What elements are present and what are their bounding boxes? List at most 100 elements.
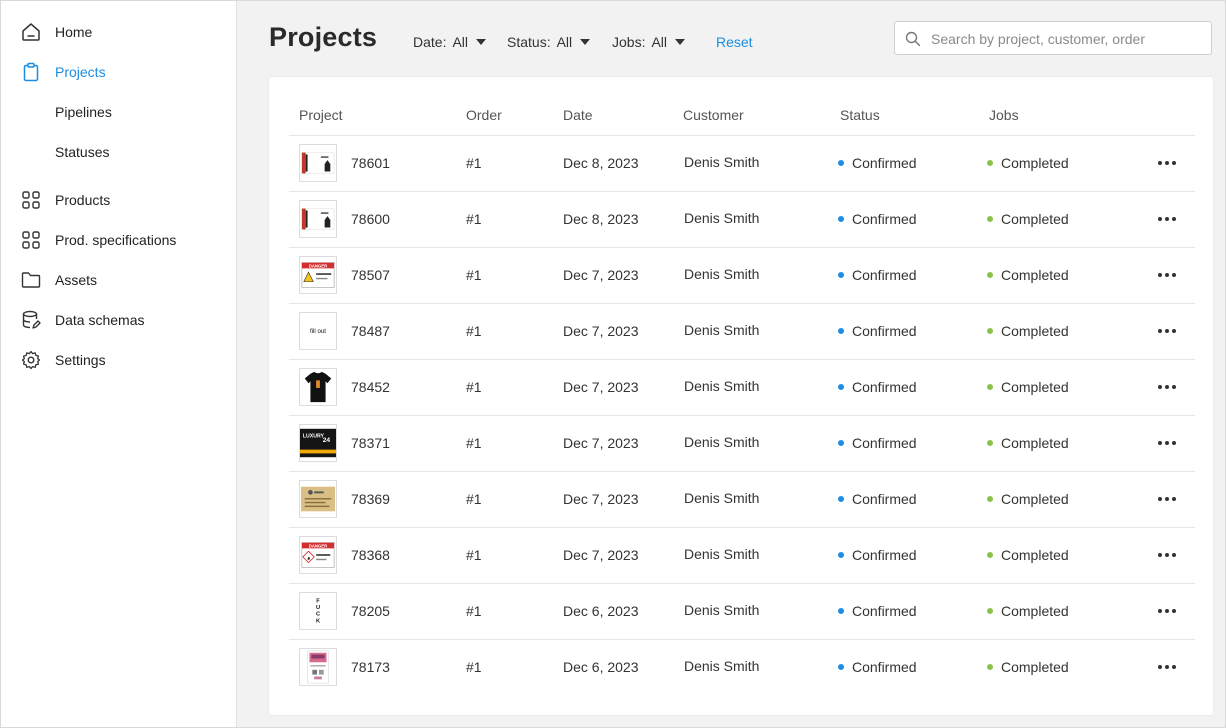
more-actions-button[interactable] xyxy=(1155,323,1179,339)
jobs-dot-icon xyxy=(987,328,993,334)
search-input[interactable] xyxy=(929,26,1203,52)
project-id[interactable]: 78205 xyxy=(351,603,390,619)
more-actions-button[interactable] xyxy=(1155,547,1179,563)
project-id[interactable]: 78600 xyxy=(351,211,390,227)
table-row[interactable]: fill out 78487 #1 Dec 7, 2023 Denis Smith Con… xyxy=(289,303,1195,360)
column-header-status[interactable]: Status xyxy=(840,107,880,123)
status-dot-icon xyxy=(838,160,844,166)
more-actions-button[interactable] xyxy=(1155,155,1179,171)
table-row[interactable]: LUXURY 24 78371 #1 Dec 7, 2023 Denis Smith Con… xyxy=(289,415,1195,472)
project-thumbnail[interactable] xyxy=(299,200,337,238)
project-thumbnail[interactable]: DANGER xyxy=(299,256,337,294)
status-dot-icon xyxy=(838,384,844,390)
table-row[interactable]: 78452 #1 Dec 7, 2023 Denis Smith Confirmed Co… xyxy=(289,359,1195,416)
more-actions-button[interactable] xyxy=(1155,267,1179,283)
project-id[interactable]: 78368 xyxy=(351,547,390,563)
status-badge: Confirmed xyxy=(852,435,917,451)
thumb-text: DANGER xyxy=(309,263,327,268)
sidebar-item-label: Assets xyxy=(55,272,98,288)
project-thumbnail[interactable]: FUCK xyxy=(299,592,337,630)
jobs-badge: Completed xyxy=(1001,491,1069,507)
sidebar-item-label: Projects xyxy=(55,64,106,80)
sidebar-item-pipelines[interactable]: Pipelines xyxy=(1,92,236,132)
table-row[interactable]: 78173 #1 Dec 6, 2023 Denis Smith Confirmed Co… xyxy=(289,639,1195,696)
table-row[interactable]: 78601 #1 Dec 8, 2023 Denis Smith Confirmed Co… xyxy=(289,135,1195,192)
jobs-dot-icon xyxy=(987,384,993,390)
status-dot-icon xyxy=(838,440,844,446)
thumb-text: DANGER xyxy=(309,543,327,548)
column-header-order[interactable]: Order xyxy=(466,107,502,123)
table-row[interactable]: 78600 #1 Dec 8, 2023 Denis Smith Confirmed Co… xyxy=(289,191,1195,248)
sidebar-item-label: Home xyxy=(55,24,93,40)
filter-label: Status: xyxy=(507,34,551,50)
project-thumbnail[interactable]: LUXURY 24 xyxy=(299,424,337,462)
sidebar-item-home[interactable]: Home xyxy=(1,12,236,52)
project-date: Dec 7, 2023 xyxy=(563,547,639,563)
sidebar-item-settings[interactable]: Settings xyxy=(1,340,236,380)
jobs-badge: Completed xyxy=(1001,547,1069,563)
jobs-dot-icon xyxy=(987,552,993,558)
more-actions-button[interactable] xyxy=(1155,491,1179,507)
filter-date[interactable]: Date: All xyxy=(413,34,487,50)
project-id[interactable]: 78173 xyxy=(351,659,390,675)
column-header-jobs[interactable]: Jobs xyxy=(989,107,1019,123)
svg-text:24: 24 xyxy=(323,437,331,444)
customer-name: Denis Smith xyxy=(684,266,760,282)
project-thumbnail[interactable] xyxy=(299,648,337,686)
svg-text:C: C xyxy=(316,612,320,618)
column-header-customer[interactable]: Customer xyxy=(683,107,744,123)
jobs-dot-icon xyxy=(987,440,993,446)
more-actions-button[interactable] xyxy=(1155,435,1179,451)
project-thumbnail[interactable]: fill out xyxy=(299,312,337,350)
sidebar-item-statuses[interactable]: Statuses xyxy=(1,132,236,172)
project-id[interactable]: 78452 xyxy=(351,379,390,395)
project-thumbnail[interactable]: DANGER xyxy=(299,536,337,574)
column-header-project[interactable]: Project xyxy=(299,107,343,123)
column-header-date[interactable]: Date xyxy=(563,107,593,123)
sidebar-item-data-schemas[interactable]: Data schemas xyxy=(1,300,236,340)
filter-jobs[interactable]: Jobs: All xyxy=(612,34,686,50)
status-dot-icon xyxy=(838,496,844,502)
jobs-badge: Completed xyxy=(1001,211,1069,227)
table-row[interactable]: DANGER 78507 #1 Dec 7, 2023 Denis Smith Confi… xyxy=(289,247,1195,304)
search-box xyxy=(894,21,1212,55)
filter-value: All xyxy=(651,34,668,50)
status-badge: Confirmed xyxy=(852,323,917,339)
table-row[interactable]: F U C K 78205 #1 Dec 6, 2023 Denis Smith Confirm… xyxy=(289,583,1195,640)
project-id[interactable]: 78371 xyxy=(351,435,390,451)
sidebar-item-products[interactable]: Products xyxy=(1,180,236,220)
jobs-badge: Completed xyxy=(1001,155,1069,171)
search-icon xyxy=(905,31,921,47)
project-thumbnail[interactable] xyxy=(299,368,337,406)
status-badge: Confirmed xyxy=(852,267,917,283)
sidebar-item-prod-specifications[interactable]: Prod. specifications xyxy=(1,220,236,260)
table-row[interactable]: DANGER 78368 #1 Dec 7, 2023 Denis Smith Confi… xyxy=(289,527,1195,584)
jobs-badge: Completed xyxy=(1001,435,1069,451)
status-dot-icon xyxy=(838,328,844,334)
project-id[interactable]: 78487 xyxy=(351,323,390,339)
more-actions-button[interactable] xyxy=(1155,603,1179,619)
project-thumbnail[interactable] xyxy=(299,144,337,182)
status-dot-icon xyxy=(838,216,844,222)
more-actions-button[interactable] xyxy=(1155,211,1179,227)
sidebar-item-projects[interactable]: Projects xyxy=(1,52,236,92)
project-id[interactable]: 78507 xyxy=(351,267,390,283)
more-actions-button[interactable] xyxy=(1155,659,1179,675)
jobs-dot-icon xyxy=(987,496,993,502)
sidebar-item-assets[interactable]: Assets xyxy=(1,260,236,300)
filter-value: All xyxy=(556,34,573,50)
customer-name: Denis Smith xyxy=(684,546,760,562)
database-icon xyxy=(22,310,41,329)
filter-status[interactable]: Status: All xyxy=(507,34,591,50)
reset-button[interactable]: Reset xyxy=(716,34,753,50)
filter-value: All xyxy=(452,34,469,50)
jobs-dot-icon xyxy=(987,216,993,222)
more-actions-button[interactable] xyxy=(1155,379,1179,395)
order-number: #1 xyxy=(466,155,482,171)
table-row[interactable]: 78369 #1 Dec 7, 2023 Denis Smith Confirmed Co… xyxy=(289,471,1195,528)
project-id[interactable]: 78601 xyxy=(351,155,390,171)
status-badge: Confirmed xyxy=(852,379,917,395)
customer-name: Denis Smith xyxy=(684,210,760,226)
project-id[interactable]: 78369 xyxy=(351,491,390,507)
project-thumbnail[interactable] xyxy=(299,480,337,518)
